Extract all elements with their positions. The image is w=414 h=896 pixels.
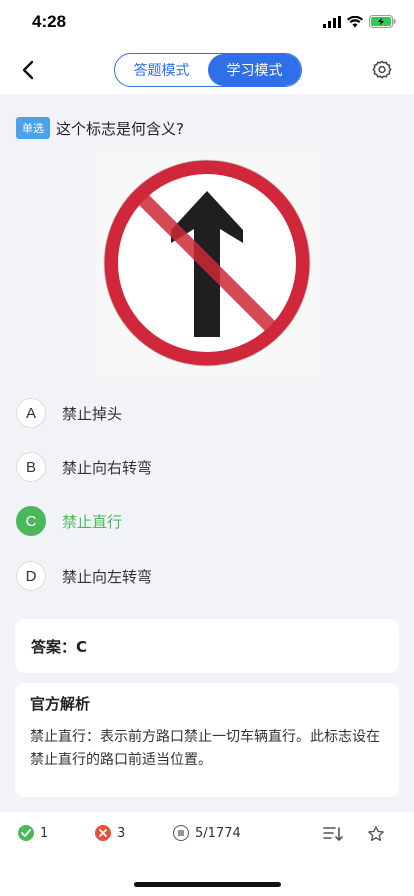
option-b[interactable]: B 禁止向右转弯 (16, 450, 396, 484)
traffic-sign-image (95, 151, 320, 375)
answer-card: 答案：C (15, 619, 399, 673)
battery-charging-icon (369, 15, 396, 28)
option-a[interactable]: A 禁止掉头 (16, 396, 396, 430)
option-text: 禁止向右转弯 (62, 458, 153, 477)
question-text: 这个标志是何含义? (56, 119, 184, 138)
option-d[interactable]: D 禁止向左转弯 (16, 559, 396, 593)
status-bar: 4:28 (0, 0, 414, 46)
home-indicator (134, 882, 281, 887)
chevron-left-icon (22, 60, 34, 80)
signal-icon (323, 15, 341, 28)
progress-value: 5/1774 (195, 825, 241, 841)
back-button[interactable] (14, 56, 42, 84)
sort-list-button[interactable] (323, 826, 343, 842)
question-header: 单选 这个标志是何含义? (16, 117, 184, 139)
analysis-title: 官方解析 (30, 693, 93, 714)
no-straight-sign-icon (103, 159, 311, 367)
mode-switch: 答题模式 学习模式 (114, 53, 302, 87)
nav-bar: 答题模式 学习模式 (0, 46, 414, 94)
question-type-badge: 单选 (16, 117, 50, 139)
settings-button[interactable] (368, 56, 396, 84)
option-text: 禁止掉头 (62, 404, 123, 423)
option-c[interactable]: C 禁止直行 (16, 504, 396, 538)
option-letter: D (16, 561, 46, 591)
sort-list-icon (323, 827, 343, 841)
list-circle-icon (173, 825, 189, 841)
option-text: 禁止直行 (62, 512, 123, 531)
answer-label: 答案：C (31, 638, 88, 656)
correct-count[interactable]: 1 (18, 825, 48, 841)
correct-count-value: 1 (40, 825, 49, 841)
option-letter: C (16, 506, 46, 536)
gear-icon (372, 60, 392, 79)
check-icon (18, 825, 34, 841)
wrong-count-value: 3 (117, 825, 126, 841)
analysis-text: 禁止直行：表示前方路口禁止一切车辆直行。此标志设在禁止直行的路口前适当位置。 (30, 729, 380, 768)
analysis-card: 官方解析 禁止直行：表示前方路口禁止一切车辆直行。此标志设在禁止直行的路口前适当… (15, 683, 399, 797)
option-text: 禁止向左转弯 (62, 567, 153, 586)
star-icon (368, 826, 384, 841)
progress-indicator[interactable]: 5/1774 (173, 825, 241, 841)
wrong-count[interactable]: 3 (95, 825, 125, 841)
option-letter: A (16, 398, 46, 428)
status-icons (323, 15, 396, 28)
cross-icon (95, 825, 111, 841)
analysis-title-text: 官方解析 (30, 695, 91, 713)
favorite-button[interactable] (367, 825, 385, 843)
tab-answer-mode[interactable]: 答题模式 (115, 54, 208, 86)
wifi-icon (347, 15, 363, 27)
option-letter: B (16, 452, 46, 482)
status-time: 4:28 (32, 12, 67, 31)
tab-study-mode[interactable]: 学习模式 (208, 54, 301, 86)
